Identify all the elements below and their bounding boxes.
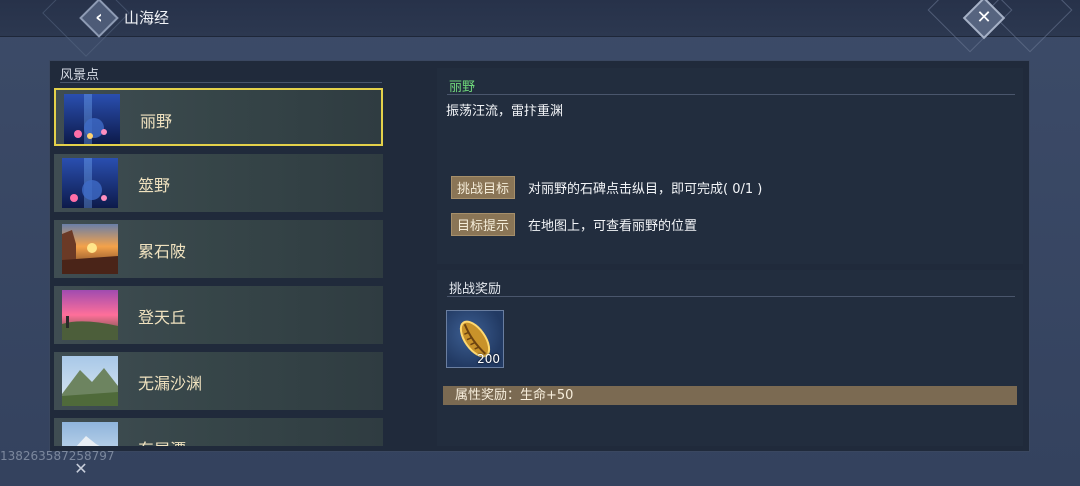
list-item-wuloushayuan[interactable]: 无漏沙渊 [54,352,383,410]
goal-text: 对丽野的石碑点击纵目，即可完成( 0/1 ) [528,182,763,197]
reward-item-slot[interactable]: 200 [446,310,504,368]
hint-text: 在地图上，可查看丽野的位置 [528,219,698,234]
goal-tag: 挑战目标 [451,176,516,199]
attribute-reward-bar: 属性奖励：生命+50 [443,386,1017,405]
list-item-dengtianqiu[interactable]: 登天丘 [54,286,383,344]
list-item-label: 筮野 [138,176,171,195]
list-item-label: 丽野 [140,112,173,131]
list-item-leishipi[interactable]: 累石陂 [54,220,383,278]
page-title: 山海经 [124,9,170,27]
list-item-label: 无漏沙渊 [138,374,203,393]
snow-mountain-thumbnail [62,422,118,446]
list-item-label: 东屋潭 [138,436,186,446]
list-item-dongwutan[interactable]: 东屋潭 [54,418,383,446]
reward-item-count: 200 [477,352,500,366]
decorative-diamond [42,0,130,57]
list-item-label: 登天丘 [138,308,187,327]
night-sky-thumbnail [62,158,118,208]
night-sky-thumbnail [64,94,120,144]
watermark-text: 138263587258797 [0,449,115,463]
list-item-label: 累石陂 [138,242,187,261]
divider [447,94,1015,95]
divider [447,296,1015,297]
hint-tag: 目标提示 [451,213,516,236]
chevron-left-icon: ‹ [95,7,103,28]
top-bar: ‹ 山海经 ✕ [0,0,1080,57]
spot-name: 丽野 [449,80,476,95]
scenic-spot-list[interactable]: 丽野 筮野 累石陂 登天丘 无漏沙渊 [54,86,384,446]
list-item-liye[interactable]: 丽野 [54,88,383,146]
sunset-rocks-thumbnail [62,224,118,274]
pink-sky-hill-thumbnail [62,290,118,340]
reward-header: 挑战奖励 [449,282,502,297]
green-mountain-thumbnail [62,356,118,406]
decorative-diamond [987,0,1073,53]
close-icon: ✕ [976,7,992,29]
list-item-shiye[interactable]: 筮野 [54,154,383,212]
close-icon[interactable]: ✕ [72,460,90,478]
spot-detail-panel: 丽野 振荡汪流，雷抃重渊 挑战目标 对丽野的石碑点击纵目，即可完成( 0/1 )… [437,68,1023,264]
spot-description: 振荡汪流，雷抃重渊 [446,104,564,119]
scenic-spots-header: 风景点 [60,64,382,83]
reward-panel: 挑战奖励 200 属性奖励：生命+50 [437,270,1023,446]
